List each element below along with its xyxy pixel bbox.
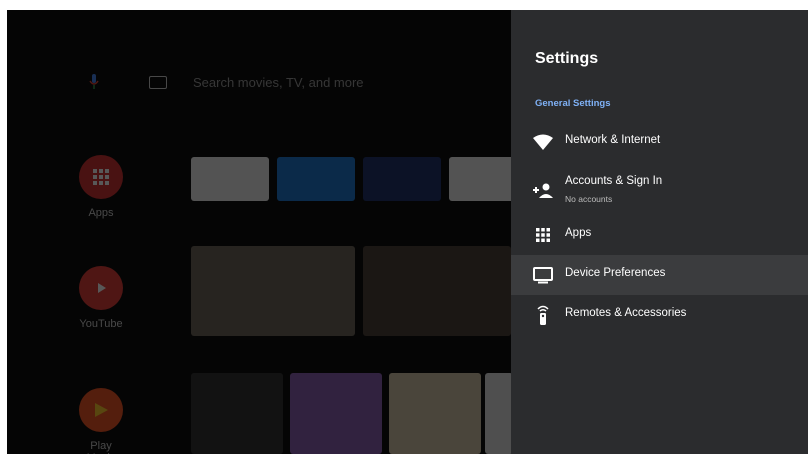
settings-item-sub: No accounts — [565, 194, 613, 204]
album-tile — [191, 373, 283, 454]
wifi-icon — [533, 132, 553, 152]
channel-tile — [191, 157, 269, 201]
settings-item-label: Remotes & Accessories — [565, 307, 687, 319]
play-music-icon — [79, 388, 123, 432]
search-placeholder: Search movies, TV, and more — [193, 74, 364, 90]
settings-item-label: Network & Internet — [565, 134, 661, 146]
settings-panel: Settings General Settings Network & Inte… — [511, 10, 808, 454]
settings-item-label: Apps — [565, 227, 592, 239]
channel-tile — [449, 157, 519, 201]
video-thumbnail — [363, 246, 511, 336]
home-app-play-music: Play Music — [75, 388, 127, 454]
settings-item-remotes[interactable]: Remotes & Accessories — [511, 295, 808, 335]
home-app-youtube: YouTube — [75, 266, 127, 330]
album-tile — [290, 373, 382, 454]
settings-item-label: Accounts & Sign In — [565, 175, 663, 187]
channel-tile — [277, 157, 355, 201]
search-bar: Search movies, TV, and more — [87, 70, 364, 94]
keyboard-icon — [149, 75, 167, 89]
tv-icon — [533, 265, 553, 285]
album-tile — [389, 373, 481, 454]
microphone-icon — [87, 72, 101, 92]
video-thumbnail — [191, 246, 355, 336]
apps-grid-icon — [79, 155, 123, 199]
home-app-label: Play Music — [87, 440, 116, 454]
home-screen-background: Search movies, TV, and more Apps YouTube… — [7, 10, 519, 454]
settings-item-device-preferences[interactable]: Device Preferences — [511, 255, 808, 295]
section-header: General Settings — [535, 98, 611, 109]
channel-tile — [363, 157, 441, 201]
remote-icon — [533, 305, 553, 325]
tv-screen: Search movies, TV, and more Apps YouTube… — [7, 10, 808, 454]
panel-title: Settings — [535, 50, 599, 67]
home-app-apps: Apps — [75, 155, 127, 219]
album-tile — [485, 373, 513, 454]
youtube-play-icon — [79, 266, 123, 310]
add-person-icon — [533, 180, 553, 200]
settings-item-apps[interactable]: Apps — [511, 215, 808, 255]
home-app-label: Apps — [88, 207, 114, 219]
settings-item-label: Device Preferences — [565, 267, 666, 279]
home-app-label: YouTube — [79, 318, 123, 330]
apps-grid-icon — [533, 225, 553, 245]
settings-item-accounts[interactable]: Accounts & Sign In No accounts — [511, 170, 808, 214]
settings-item-network[interactable]: Network & Internet — [511, 122, 808, 162]
